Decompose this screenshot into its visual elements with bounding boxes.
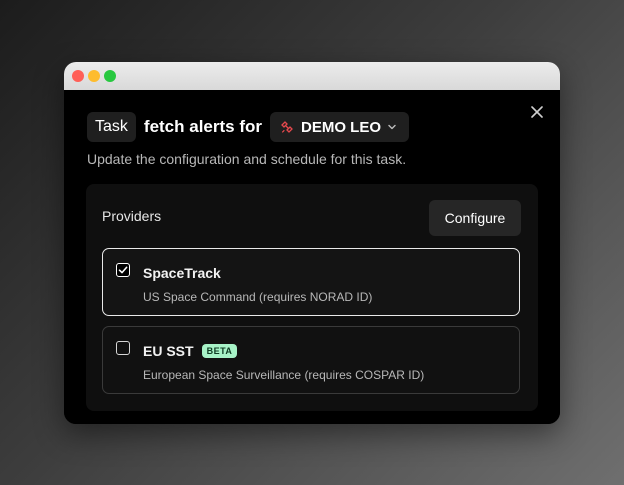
provider-name: SpaceTrack <box>143 265 221 281</box>
provider-name-text: EU SST <box>143 343 194 359</box>
configure-button[interactable]: Configure <box>429 200 521 236</box>
satellite-name: DEMO LEO <box>301 118 382 136</box>
chevron-down-icon <box>387 121 399 133</box>
window-titlebar <box>64 62 560 90</box>
dialog-subtitle: Update the configuration and schedule fo… <box>87 151 407 167</box>
heading-text: fetch alerts for <box>143 117 262 136</box>
task-chip: Task <box>87 112 136 142</box>
provider-name-text: SpaceTrack <box>143 265 221 281</box>
window-minimize-button[interactable] <box>88 70 100 82</box>
close-dialog-button[interactable] <box>527 102 547 122</box>
provider-card-spacetrack[interactable]: SpaceTrack US Space Command (requires NO… <box>102 248 520 316</box>
satellite-icon <box>279 119 295 135</box>
satellite-select[interactable]: DEMO LEO <box>270 112 410 142</box>
beta-badge: BETA <box>201 344 238 358</box>
check-icon <box>118 266 128 274</box>
provider-description: US Space Command (requires NORAD ID) <box>143 290 373 304</box>
provider-checkbox-spacetrack[interactable] <box>116 263 130 277</box>
providers-title: Providers <box>102 208 162 224</box>
window-close-button[interactable] <box>72 70 84 82</box>
provider-card-eu-sst[interactable]: EU SST BETA European Space Surveillance … <box>102 326 520 394</box>
app-window: Task fetch alerts for DEMO LEO Update th… <box>64 62 560 424</box>
provider-checkbox-eu-sst[interactable] <box>116 341 130 355</box>
provider-description: European Space Surveillance (requires CO… <box>143 368 425 382</box>
dialog-heading: Task fetch alerts for DEMO LEO <box>87 112 410 142</box>
providers-section: Providers Configure SpaceTrack US Space … <box>86 184 538 411</box>
edit-task-dialog: Task fetch alerts for DEMO LEO Update th… <box>64 90 560 424</box>
provider-name: EU SST BETA <box>143 343 238 359</box>
window-maximize-button[interactable] <box>104 70 116 82</box>
close-icon <box>531 106 543 118</box>
